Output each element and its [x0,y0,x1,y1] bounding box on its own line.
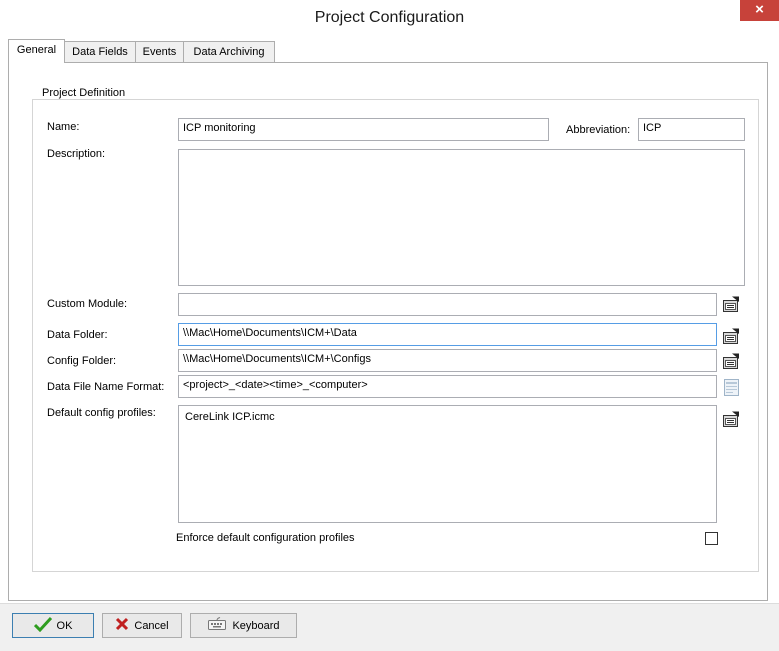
keyboard-icon [207,617,227,634]
cancel-label: Cancel [134,619,169,632]
tab-data-fields[interactable]: Data Fields [64,41,136,62]
keyboard-label: Keyboard [232,619,280,632]
description-textarea[interactable] [178,149,745,286]
tab-general[interactable]: General [8,39,65,63]
default-profiles-label: Default config profiles: [47,407,156,419]
tab-data-archiving[interactable]: Data Archiving [183,41,275,62]
folder-properties-icon[interactable] [722,352,741,371]
close-button[interactable]: × [740,0,779,21]
x-icon [115,617,129,634]
file-name-format-label: Data File Name Format: [47,381,165,393]
folder-properties-icon[interactable] [722,327,741,346]
tab-label: General [16,44,57,56]
enforce-profiles-label: Enforce default configuration profiles [176,532,355,544]
tab-events[interactable]: Events [135,41,184,62]
keyboard-button[interactable]: Keyboard [190,613,297,638]
custom-module-label: Custom Module: [47,298,128,310]
cancel-button[interactable]: Cancel [102,613,182,638]
ok-button[interactable]: OK [12,613,94,638]
project-configuration-dialog: Project Configuration × General Data Fie… [0,0,779,651]
ok-label: OK [56,619,73,632]
list-item[interactable]: CereLink ICP.icmc [185,411,710,423]
abbreviation-field[interactable]: ICP [638,118,745,141]
folder-properties-icon[interactable] [722,295,741,314]
file-name-format-field[interactable]: <project>_<date><time>_<computer> [178,375,717,398]
abbreviation-label: Abbreviation: [566,124,631,136]
config-folder-label: Config Folder: [47,355,117,367]
enforce-profiles-checkbox[interactable] [705,532,718,545]
tab-label: Events [142,46,177,58]
folder-properties-icon[interactable] [722,410,741,429]
group-title: Project Definition [38,87,130,99]
tab-label: Data Fields [72,46,128,58]
config-folder-field[interactable]: \\Mac\Home\Documents\ICM+\Configs [178,349,717,372]
close-icon: × [755,1,764,18]
description-label: Description: [47,148,106,160]
data-folder-label: Data Folder: [47,329,108,341]
tab-label: Data Archiving [193,46,265,58]
data-folder-field[interactable]: \\Mac\Home\Documents\ICM+\Data [178,323,717,346]
name-label: Name: [47,121,80,133]
custom-module-field[interactable] [178,293,717,316]
format-editor-icon[interactable] [722,378,741,397]
name-field[interactable]: ICP monitoring [178,118,549,141]
default-profiles-list[interactable]: CereLink ICP.icmc [178,405,717,523]
window-title: Project Configuration [314,9,465,26]
checkmark-icon [33,616,52,635]
